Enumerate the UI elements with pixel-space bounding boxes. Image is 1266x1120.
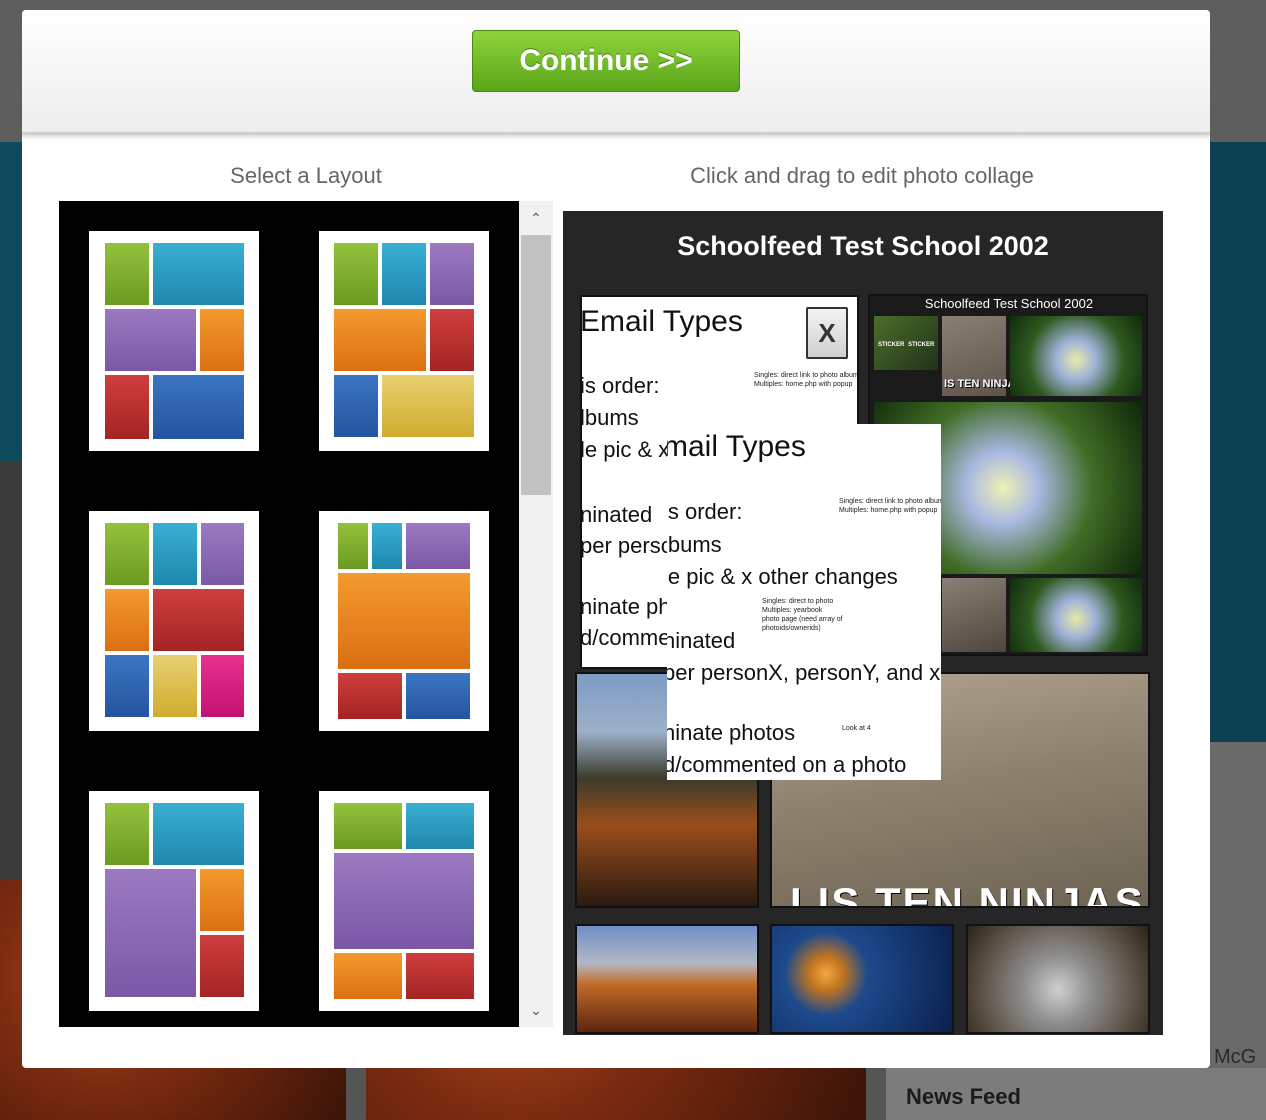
- mini-photo: [1010, 316, 1142, 396]
- layout-tile: [406, 953, 474, 999]
- layout-tile: [105, 523, 149, 585]
- close-photo-button[interactable]: X: [806, 307, 848, 359]
- layout-tile: [153, 375, 244, 439]
- layout-tile: [406, 673, 470, 719]
- background-side-image: [0, 462, 22, 882]
- layout-tile: [105, 243, 149, 305]
- scrollbar-thumb[interactable]: [521, 235, 551, 495]
- layout-tile: [334, 853, 474, 949]
- layout-tile: [382, 243, 426, 305]
- layout-tile: [153, 589, 244, 651]
- layout-tile: [334, 953, 402, 999]
- layout-option-2[interactable]: [319, 231, 489, 451]
- layout-heading: Select a Layout: [230, 163, 382, 188]
- mini-photo: [1010, 578, 1142, 652]
- mini-collage-title: Schoolfeed Test School 2002: [924, 296, 1094, 311]
- layout-tile: [105, 655, 149, 717]
- layout-option-3[interactable]: [89, 511, 259, 731]
- layout-option-1[interactable]: [89, 231, 259, 451]
- layout-tile: [406, 523, 470, 569]
- layout-tile: [334, 309, 426, 371]
- layout-tile: [105, 589, 149, 651]
- layout-tile: [334, 243, 378, 305]
- mini-photo: STICKER STICKER: [874, 316, 938, 370]
- collage-photo-koala[interactable]: [966, 924, 1150, 1034]
- layout-tile: [406, 803, 474, 849]
- layout-option-4[interactable]: [319, 511, 489, 731]
- layout-tile: [200, 935, 244, 997]
- mini-photo: IS TEN NINJA: [942, 316, 1016, 396]
- collage-heading: Click and drag to edit photo collage: [690, 163, 1034, 188]
- continue-button[interactable]: Continue >>: [472, 30, 740, 92]
- modal-header: Continue >>: [22, 10, 1210, 135]
- collage-modal: Continue >> Select a Layout Click and dr…: [22, 10, 1210, 1068]
- layout-tile: [382, 375, 474, 437]
- collage-photo-desert[interactable]: [575, 924, 759, 1034]
- layout-tile: [105, 309, 196, 371]
- layout-tile: [153, 655, 197, 717]
- layout-list: [59, 201, 519, 1027]
- layout-tile: [338, 573, 470, 669]
- layout-scrollbar[interactable]: ⌃ ⌄: [519, 201, 553, 1027]
- scroll-up-arrow-icon[interactable]: ⌃: [519, 201, 553, 235]
- layout-option-6[interactable]: [319, 791, 489, 1011]
- layout-tile: [372, 523, 402, 569]
- layout-tile: [153, 803, 244, 865]
- collage-photo-document-front[interactable]: mail Types Singles: direct link to photo…: [667, 424, 941, 780]
- background-right-banner: [1210, 142, 1266, 742]
- layout-tile: [201, 523, 244, 585]
- layout-option-5[interactable]: [89, 791, 259, 1011]
- layout-tile: [200, 309, 244, 371]
- layout-tile: [338, 673, 402, 719]
- collage-title: Schoolfeed Test School 2002: [677, 231, 1049, 261]
- layout-tile: [201, 655, 244, 717]
- layout-tile: [430, 243, 474, 305]
- mini-photo: [942, 578, 1006, 652]
- layout-tile: [430, 309, 474, 371]
- layout-tile: [105, 869, 196, 997]
- layout-tile: [105, 375, 149, 439]
- photo-collage: Schoolfeed Test School 2002 Schoolfeed T…: [563, 211, 1163, 1035]
- collage-photo-jellyfish[interactable]: [770, 924, 954, 1034]
- layout-tile: [338, 523, 368, 569]
- layout-tile: [200, 869, 244, 931]
- layout-tile: [105, 803, 149, 865]
- layout-tile: [334, 803, 402, 849]
- scroll-down-arrow-icon[interactable]: ⌄: [519, 993, 553, 1027]
- layout-tile: [334, 375, 378, 437]
- background-name-fragment: McG: [1214, 1046, 1257, 1068]
- layout-tile: [153, 243, 244, 305]
- layout-tile: [153, 523, 197, 585]
- news-feed-heading: News Feed: [906, 1084, 1021, 1109]
